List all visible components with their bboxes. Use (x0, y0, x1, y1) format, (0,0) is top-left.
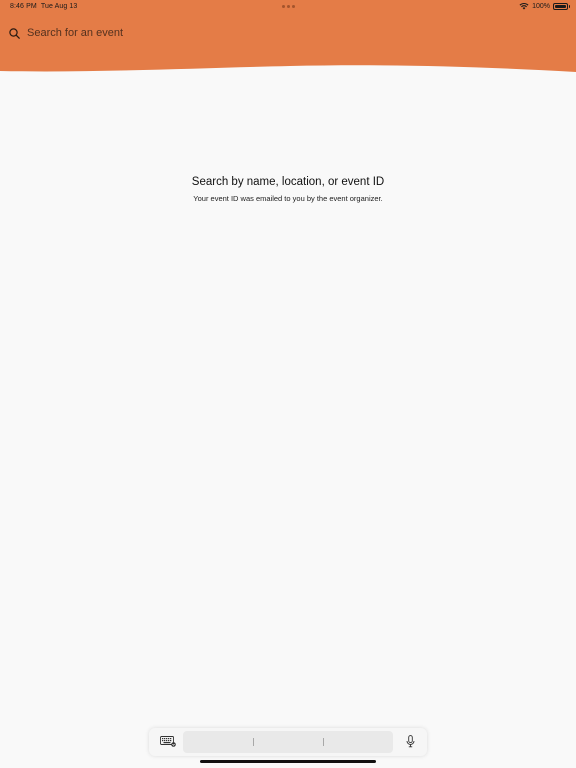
multitasking-dots-icon[interactable] (282, 5, 295, 8)
status-indicators: 100% (519, 2, 570, 10)
wifi-icon (519, 3, 529, 10)
keyboard-shortcut-bar (149, 728, 427, 756)
search-bar[interactable] (9, 24, 227, 42)
empty-state-title: Search by name, location, or event ID (191, 176, 385, 188)
empty-state-subtitle: Your event ID was emailed to you by the … (193, 194, 383, 203)
battery-icon (553, 2, 570, 10)
battery-percentage: 100% (532, 2, 550, 10)
status-time-date: 8:46 PM Tue Aug 13 (10, 3, 77, 10)
search-icon (9, 27, 20, 39)
status-bar: 8:46 PM Tue Aug 13 100% (0, 0, 576, 14)
suggestion-slot[interactable] (323, 731, 393, 753)
header: 8:46 PM Tue Aug 13 100% (0, 0, 576, 80)
suggestion-slot[interactable] (253, 731, 323, 753)
keyboard-icon[interactable] (160, 736, 176, 747)
search-input[interactable] (27, 27, 227, 39)
keyboard-suggestions (183, 731, 393, 753)
microphone-icon[interactable] (406, 735, 415, 748)
home-indicator[interactable] (200, 760, 376, 763)
suggestion-slot[interactable] (183, 731, 253, 753)
status-time: 8:46 PM (10, 3, 37, 10)
battery-level-fill (555, 4, 566, 8)
status-date: Tue Aug 13 (40, 3, 78, 10)
empty-state: Search by name, location, or event ID Yo… (0, 176, 576, 203)
